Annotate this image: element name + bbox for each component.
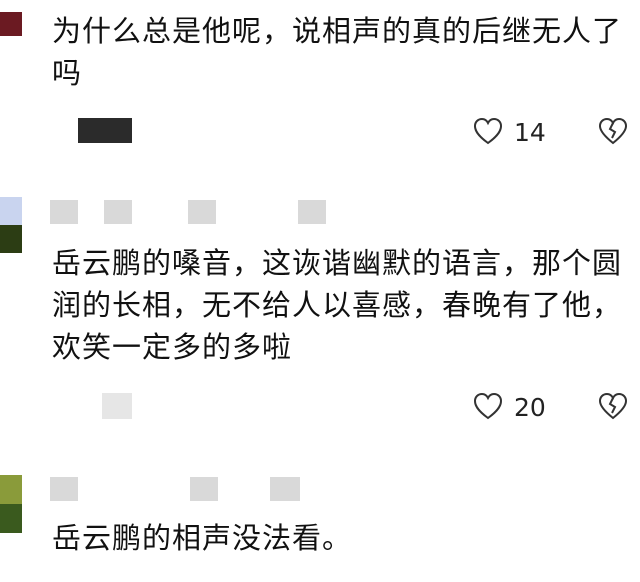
broken-heart-icon [598,392,628,420]
avatar[interactable] [0,197,22,253]
username-blurred [50,477,78,501]
avatar[interactable] [0,475,22,533]
comment-text: 岳云鹏的嗓音，这诙谐幽默的语言，那个圆润的长相，无不给人以喜感，春晚有了他，欢笑… [52,246,623,364]
comment-text: 岳云鹏的相声没法看。 [52,521,353,555]
comment-item: 岳云鹏的相声没法看。 [0,455,640,582]
username-blurred [188,200,216,224]
avatar[interactable] [0,12,22,36]
username-blurred [190,477,218,501]
dislike-button[interactable] [598,116,628,148]
username-blurred [298,200,326,224]
dislike-button[interactable] [598,391,628,423]
broken-heart-icon [598,117,628,145]
username-blurred [270,477,300,501]
heart-outline-icon [473,392,503,420]
comment-actions: 14 [0,116,640,152]
like-count: 14 [514,118,546,147]
username-blurred [104,200,132,224]
comment-item: 为什么总是他呢，说相声的真的后继无人了吗 14 [0,0,640,175]
like-button[interactable] [472,116,504,148]
like-count: 20 [514,393,546,422]
comment-item: 岳云鹏的嗓音，这诙谐幽默的语言，那个圆润的长相，无不给人以喜感，春晚有了他，欢笑… [0,175,640,455]
comment-actions: 20 [0,391,640,427]
username-blurred [50,200,78,224]
heart-outline-icon [473,117,503,145]
comment-feed: 为什么总是他呢，说相声的真的后继无人了吗 14 岳云鹏的嗓音，这诙谐幽默的语言，… [0,0,640,582]
comment-text: 为什么总是他呢，说相声的真的后继无人了吗 [52,14,623,90]
like-button[interactable] [472,391,504,423]
